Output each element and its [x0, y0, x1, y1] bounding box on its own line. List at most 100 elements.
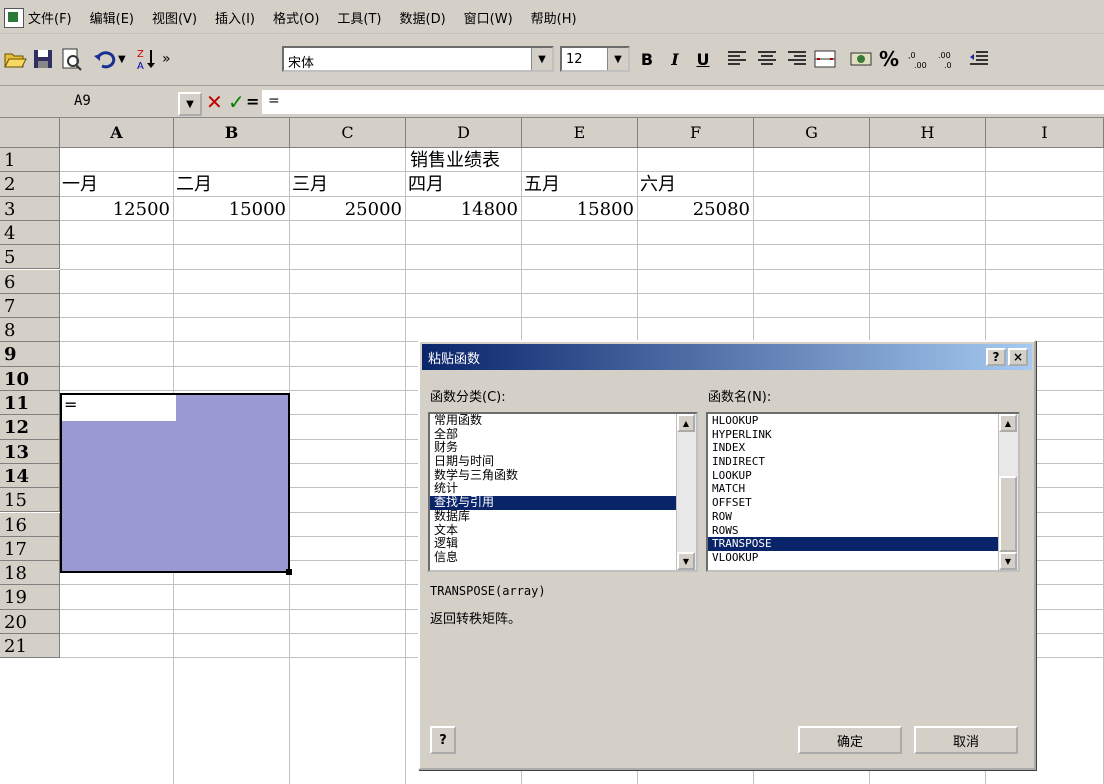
value-cell[interactable]: 25080 [638, 197, 750, 223]
row-header-15[interactable]: 15 [0, 488, 60, 513]
row-header-1[interactable]: 1 [0, 148, 60, 173]
fill-handle[interactable] [286, 569, 292, 575]
menu-item[interactable]: 插入(I) [215, 8, 255, 27]
category-item[interactable]: 数据库 [430, 509, 676, 524]
sort-ascending-icon[interactable]: ZA [134, 44, 160, 74]
scroll-up-icon[interactable]: ▲ [677, 414, 695, 432]
row-header-2[interactable]: 2 [0, 172, 60, 197]
column-header-h[interactable]: H [870, 118, 986, 148]
menu-item[interactable]: 帮助(H) [531, 8, 577, 27]
category-item[interactable]: 信息 [430, 550, 676, 565]
menu-item[interactable]: 文件(F) [28, 8, 72, 27]
help-title-button[interactable]: ? [986, 348, 1006, 366]
underline-button[interactable]: U [692, 44, 714, 74]
more-buttons-icon[interactable]: » [162, 44, 171, 74]
category-item[interactable]: 逻辑 [430, 536, 676, 551]
menu-item[interactable]: 格式(O) [273, 8, 319, 27]
name-box-dropdown-icon[interactable]: ▼ [178, 92, 202, 116]
row-header-8[interactable]: 8 [0, 318, 60, 343]
function-listbox[interactable]: HLOOKUP HYPERLINK INDEX INDIRECT LOOKUP MATCH… [706, 412, 1020, 572]
decrease-indent-icon[interactable] [966, 44, 992, 74]
function-item[interactable]: HLOOKUP [708, 414, 998, 428]
value-cell[interactable]: 15800 [522, 197, 634, 223]
category-item[interactable]: 财务 [430, 441, 676, 455]
row-header-14[interactable]: 14 [0, 463, 60, 489]
help-button[interactable]: ? [430, 726, 456, 754]
function-item[interactable]: TRANSPOSE [708, 537, 998, 551]
row-header-21[interactable]: 21 [0, 634, 60, 659]
dialog-title-bar[interactable]: 粘贴函数 ? × [422, 344, 1032, 370]
row-header-7[interactable]: 7 [0, 293, 60, 319]
function-item[interactable]: HYPERLINK [708, 428, 998, 442]
row-header-6[interactable]: 6 [0, 269, 60, 294]
cancel-button[interactable]: 取消 [914, 726, 1018, 754]
row-header-11[interactable]: 11 [0, 391, 60, 416]
menu-item[interactable]: 数据(D) [400, 8, 446, 27]
undo-icon[interactable] [92, 44, 118, 74]
row-header-19[interactable]: 19 [0, 585, 60, 610]
font-name-dropdown-icon[interactable]: ▼ [531, 48, 552, 70]
save-icon[interactable] [30, 44, 56, 74]
enter-formula-button[interactable]: ✓ [228, 90, 245, 114]
align-center-icon[interactable] [754, 44, 780, 74]
row-header-13[interactable]: 13 [0, 439, 60, 464]
close-button[interactable]: × [1008, 348, 1028, 366]
month-cell[interactable]: 六月 [640, 172, 676, 198]
align-left-icon[interactable] [724, 44, 750, 74]
function-item[interactable]: INDIRECT [708, 455, 998, 469]
sheet-title-cell[interactable]: 销售业绩表 [340, 148, 570, 174]
month-cell[interactable]: 五月 [524, 172, 560, 198]
print-preview-icon[interactable] [58, 44, 84, 74]
function-item[interactable]: VLOOKUP [708, 551, 998, 565]
column-header-g[interactable]: G [754, 118, 870, 148]
month-cell[interactable]: 四月 [408, 172, 444, 198]
increase-decimal-icon[interactable]: ,0.00 [906, 44, 932, 74]
function-scrollbar[interactable]: ▲ ▼ [998, 414, 1018, 570]
category-item[interactable]: 日期与时间 [430, 454, 676, 469]
menu-item[interactable]: 工具(T) [337, 8, 381, 27]
value-cell[interactable]: 14800 [406, 197, 518, 223]
category-item[interactable]: 常用函数 [430, 414, 676, 428]
merge-center-icon[interactable] [812, 44, 838, 74]
row-header-3[interactable]: 3 [0, 196, 60, 221]
category-item[interactable]: 统计 [430, 482, 676, 496]
scroll-up-icon[interactable]: ▲ [999, 414, 1017, 432]
column-header-c[interactable]: C [290, 118, 406, 148]
column-header-d[interactable]: D [406, 118, 522, 148]
decrease-decimal-icon[interactable]: .00.0 [934, 44, 960, 74]
category-listbox[interactable]: 常用函数 全部 财务 日期与时间 数学与三角函数 统计 查找与引用 数据库 文本 逻辑 信息 ▲ ▼ [428, 412, 698, 572]
undo-dropdown-icon[interactable]: ▼ [118, 44, 126, 74]
function-item[interactable]: INDEX [708, 441, 998, 455]
row-header-17[interactable]: 17 [0, 536, 60, 562]
row-header-16[interactable]: 16 [0, 512, 60, 537]
font-name-combo[interactable]: 宋体 ▼ [282, 46, 554, 72]
select-all-corner[interactable] [0, 118, 60, 148]
value-cell[interactable]: 12500 [60, 197, 170, 223]
category-scrollbar[interactable]: ▲ ▼ [676, 414, 696, 570]
scroll-thumb[interactable] [999, 476, 1017, 552]
value-cell[interactable]: 15000 [174, 197, 286, 223]
column-header-b[interactable]: B [174, 118, 290, 148]
category-item[interactable]: 文本 [430, 523, 676, 538]
formula-input[interactable]: = [262, 90, 1104, 114]
column-header-a[interactable]: A [60, 118, 174, 148]
row-header-4[interactable]: 4 [0, 220, 60, 246]
row-header-12[interactable]: 12 [0, 415, 60, 440]
value-cell[interactable]: 25000 [290, 197, 402, 223]
column-header-i[interactable]: I [986, 118, 1104, 148]
cancel-formula-button[interactable]: ✕ [206, 90, 223, 114]
function-item[interactable]: LOOKUP [708, 469, 998, 483]
align-right-icon[interactable] [784, 44, 810, 74]
month-cell[interactable]: 三月 [292, 172, 328, 198]
menu-item[interactable]: 编辑(E) [90, 8, 134, 27]
month-cell[interactable]: 二月 [176, 172, 212, 198]
category-item[interactable]: 全部 [430, 427, 676, 442]
function-item[interactable]: MATCH [708, 482, 998, 496]
name-box[interactable]: A9 [58, 90, 176, 114]
currency-icon[interactable] [848, 44, 874, 74]
column-header-f[interactable]: F [638, 118, 754, 148]
scroll-down-icon[interactable]: ▼ [999, 552, 1017, 570]
edit-formula-button[interactable]: = [246, 92, 259, 111]
percent-button[interactable]: % [876, 44, 902, 74]
active-cell[interactable]: = [62, 395, 176, 421]
